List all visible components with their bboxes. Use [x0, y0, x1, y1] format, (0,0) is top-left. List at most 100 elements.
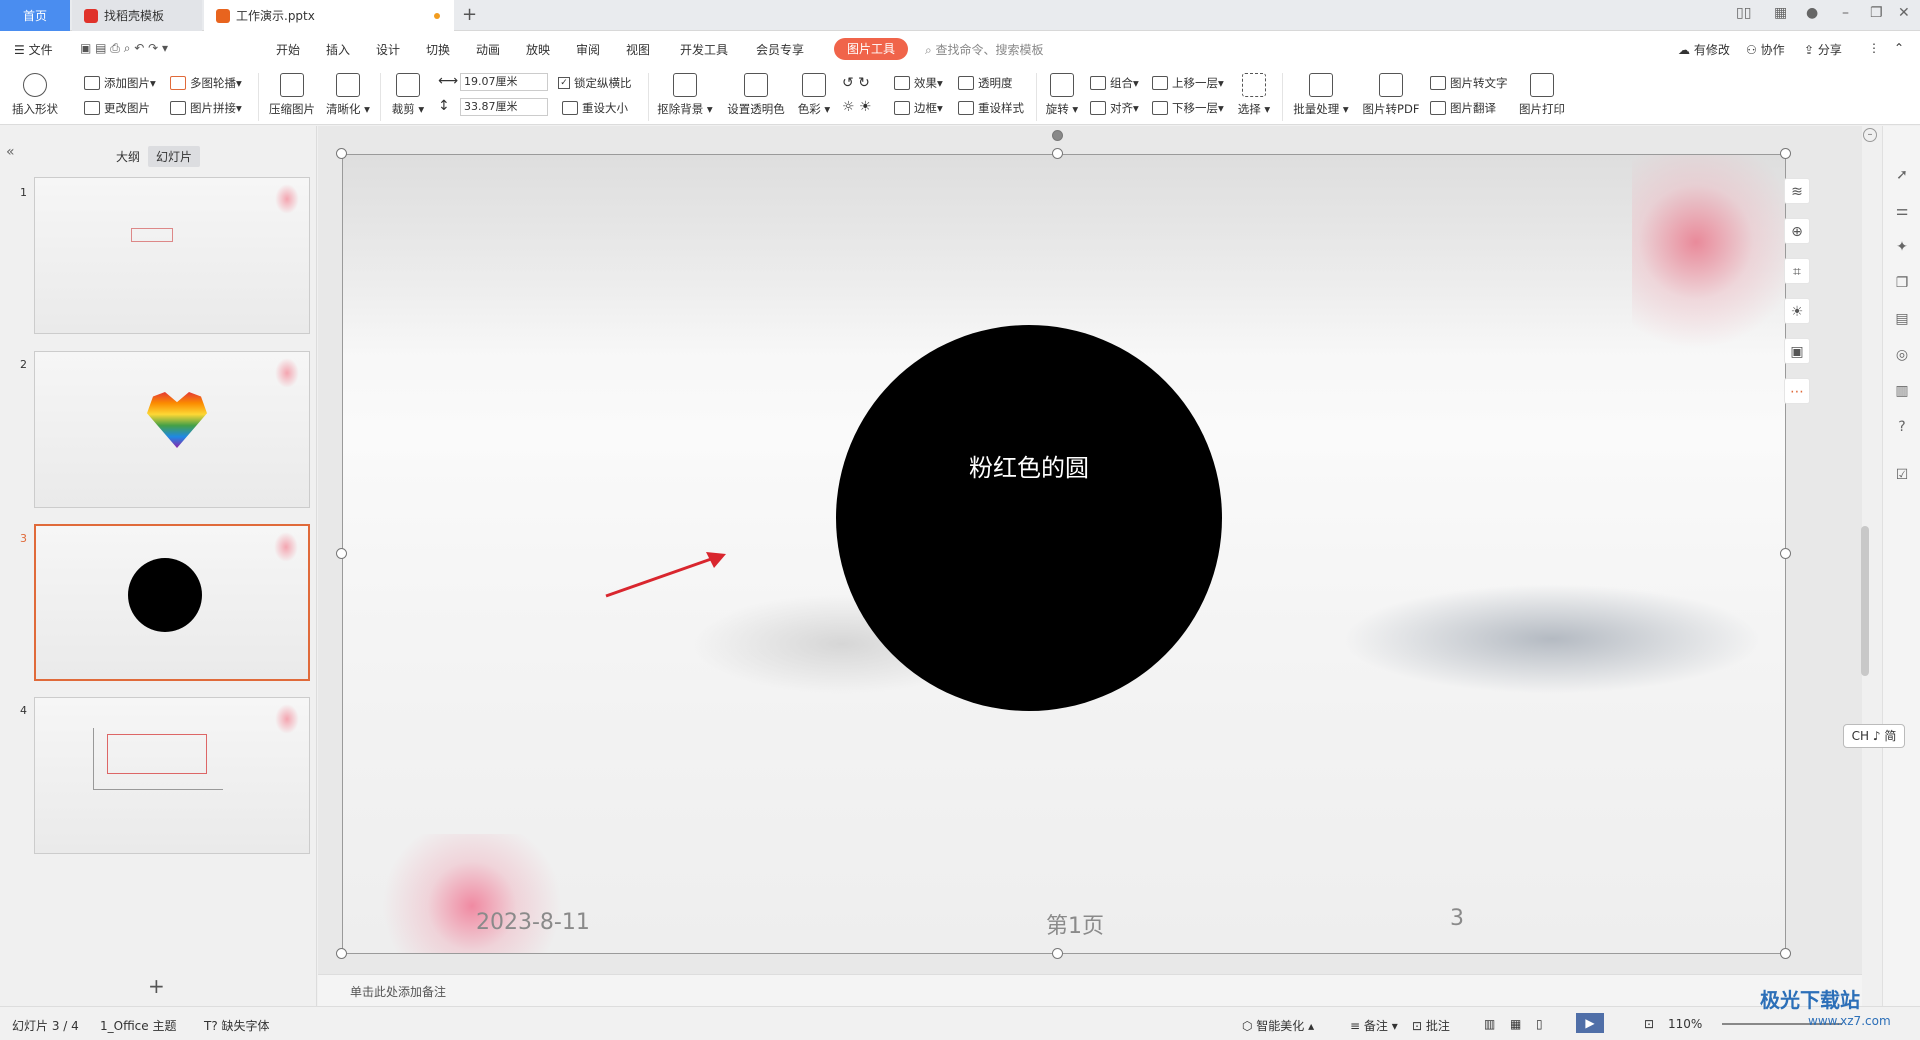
- rotate-icons[interactable]: ↺ ↻: [842, 75, 870, 91]
- slide-date[interactable]: 2023-8-11: [476, 910, 590, 935]
- minimize-icon[interactable]: –: [1842, 5, 1849, 21]
- slide-thumbnail-4[interactable]: [34, 697, 310, 854]
- height-field[interactable]: 33.87厘米: [460, 98, 548, 116]
- to-text-button[interactable]: 图片转文字: [1430, 75, 1508, 91]
- pin-icon[interactable]: ✦: [1893, 238, 1911, 256]
- menu-design[interactable]: 设计: [376, 41, 400, 58]
- reset-style-button[interactable]: 重设样式: [958, 100, 1024, 116]
- pink-circle-shape[interactable]: 粉红色的圆: [836, 325, 1222, 711]
- select-button[interactable]: 选择 ▾: [1232, 71, 1276, 117]
- check-icon[interactable]: ☑: [1893, 466, 1911, 484]
- menu-picture-tools[interactable]: 图片工具: [834, 38, 908, 60]
- resize-handle[interactable]: [1052, 148, 1063, 159]
- send-backward-button[interactable]: 下移一层 ▾: [1152, 100, 1224, 116]
- menu-transition[interactable]: 切换: [426, 41, 450, 58]
- rocket-icon[interactable]: ➚: [1893, 166, 1911, 184]
- remove-bg-button[interactable]: 抠除背景 ▾: [654, 71, 716, 117]
- resize-handle[interactable]: [1780, 948, 1791, 959]
- layout-icon[interactable]: ▯▯: [1736, 5, 1751, 21]
- bring-forward-button[interactable]: 上移一层 ▾: [1152, 75, 1224, 91]
- resize-handle[interactable]: [336, 548, 347, 559]
- slide-thumbnail-1[interactable]: [34, 177, 310, 334]
- close-icon[interactable]: ✕: [1898, 5, 1910, 21]
- slide-thumbnail-2[interactable]: [34, 351, 310, 508]
- menu-view[interactable]: 视图: [626, 41, 650, 58]
- transparency-button[interactable]: 透明度: [958, 75, 1013, 91]
- tab-home[interactable]: 首页: [0, 0, 70, 31]
- slide-page-number[interactable]: 3: [1450, 906, 1464, 931]
- lock-ratio-checkbox[interactable]: ✓ 锁定纵横比: [558, 75, 632, 91]
- apps-grid-icon[interactable]: ▦: [1774, 5, 1787, 21]
- sharpen-button[interactable]: 清晰化 ▾: [322, 71, 374, 117]
- batch-button[interactable]: 批量处理 ▾: [1290, 71, 1352, 117]
- resize-handle[interactable]: [336, 148, 347, 159]
- collapse-panel-icon[interactable]: «: [6, 144, 15, 160]
- layers-icon[interactable]: ≋: [1784, 178, 1810, 204]
- width-field[interactable]: 19.07厘米: [460, 73, 548, 91]
- menu-member[interactable]: 会员专享: [756, 41, 804, 58]
- brightness-icons[interactable]: ☼ ☀: [842, 99, 872, 115]
- settings-sliders-icon[interactable]: ⚌: [1893, 202, 1911, 220]
- add-slide-button[interactable]: +: [148, 974, 165, 998]
- command-search[interactable]: ⌕ 查找命令、搜索模板: [925, 41, 1044, 58]
- effect-button[interactable]: 效果 ▾: [894, 75, 943, 91]
- resize-handle[interactable]: [1780, 148, 1791, 159]
- grid-view-icon[interactable]: ▦: [1510, 1017, 1521, 1031]
- image-collage-button[interactable]: 图片拼接 ▾: [170, 100, 242, 116]
- resize-handle[interactable]: [1052, 948, 1063, 959]
- missing-font-button[interactable]: T? 缺失字体: [204, 1017, 270, 1034]
- compress-button[interactable]: 压缩图片: [266, 71, 318, 117]
- border-button[interactable]: 边框 ▾: [894, 100, 943, 116]
- restore-icon[interactable]: ❐: [1870, 5, 1883, 21]
- notes-toggle[interactable]: ≡ 备注 ▾: [1350, 1017, 1398, 1034]
- add-image-button[interactable]: 添加图片 ▾: [84, 75, 156, 91]
- notes-bar[interactable]: 单击此处添加备注: [318, 974, 1862, 1006]
- menu-review[interactable]: 审阅: [576, 41, 600, 58]
- slide-thumbnail-3[interactable]: [34, 524, 310, 681]
- book-icon[interactable]: ▥: [1893, 382, 1911, 400]
- tab-document[interactable]: 工作演示.pptx: [204, 0, 454, 31]
- collapse-ribbon-icon[interactable]: ⌃: [1894, 41, 1904, 55]
- slide-canvas[interactable]: 粉红色的圆 2023-8-11 第1页 3: [342, 154, 1786, 954]
- quick-access-icons[interactable]: ▣ ▤ ⎙ ⌕ ↶ ↷ ▾: [80, 41, 168, 56]
- new-tab-button[interactable]: +: [462, 4, 477, 25]
- insert-shape-button[interactable]: 插入形状: [10, 71, 60, 117]
- print-button[interactable]: 图片打印: [1514, 71, 1570, 117]
- fit-icon[interactable]: ⊡: [1644, 1017, 1654, 1031]
- crop-icon[interactable]: ⌗: [1784, 258, 1810, 284]
- multi-contour-button[interactable]: 多图轮播 ▾: [170, 75, 242, 91]
- copy-icon[interactable]: ❐: [1893, 274, 1911, 292]
- set-transparent-button[interactable]: 设置透明色: [724, 71, 788, 117]
- slide-footer[interactable]: 第1页: [1046, 908, 1104, 940]
- beautify-button[interactable]: ⬡ 智能美化 ▴: [1242, 1017, 1314, 1034]
- zoom-in-icon[interactable]: ⊕: [1784, 218, 1810, 244]
- menu-insert[interactable]: 插入: [326, 41, 350, 58]
- color-button[interactable]: 色彩 ▾: [794, 71, 834, 117]
- lightbulb-icon[interactable]: ☀: [1784, 298, 1810, 324]
- location-icon[interactable]: ◎: [1893, 346, 1911, 364]
- image-edit-icon[interactable]: ▣: [1784, 338, 1810, 364]
- crop-button[interactable]: 裁剪 ▾: [386, 71, 430, 117]
- circle-text[interactable]: 粉红色的圆: [969, 448, 1089, 711]
- theme-name[interactable]: 1_Office 主题: [100, 1017, 176, 1034]
- group-button[interactable]: 组合 ▾: [1090, 75, 1139, 91]
- modified-button[interactable]: ☁ 有修改: [1678, 41, 1730, 58]
- rotate-handle[interactable]: [1052, 130, 1063, 141]
- play-button[interactable]: ▶: [1576, 1013, 1604, 1033]
- translate-button[interactable]: 图片翻译: [1430, 100, 1496, 116]
- align-button[interactable]: 对齐 ▾: [1090, 100, 1139, 116]
- menu-slideshow[interactable]: 放映: [526, 41, 550, 58]
- zoom-level[interactable]: 110%: [1668, 1017, 1702, 1031]
- menu-devtools[interactable]: 开发工具: [680, 41, 728, 58]
- share-button[interactable]: ⇪ 分享: [1804, 41, 1842, 58]
- vertical-scrollbar[interactable]: [1861, 526, 1869, 676]
- normal-view-icon[interactable]: ▥: [1484, 1017, 1495, 1031]
- collab-button[interactable]: ⚇ 协作: [1746, 41, 1785, 58]
- tab-template[interactable]: 找稻壳模板: [72, 0, 202, 31]
- help-icon[interactable]: ?: [1893, 418, 1911, 436]
- rotate-button[interactable]: 旋转 ▾: [1042, 71, 1082, 117]
- avatar[interactable]: ●: [1806, 5, 1818, 21]
- tab-outline[interactable]: 大纲: [108, 146, 148, 167]
- menu-animation[interactable]: 动画: [476, 41, 500, 58]
- file-menu[interactable]: ☰ 文件: [14, 41, 53, 58]
